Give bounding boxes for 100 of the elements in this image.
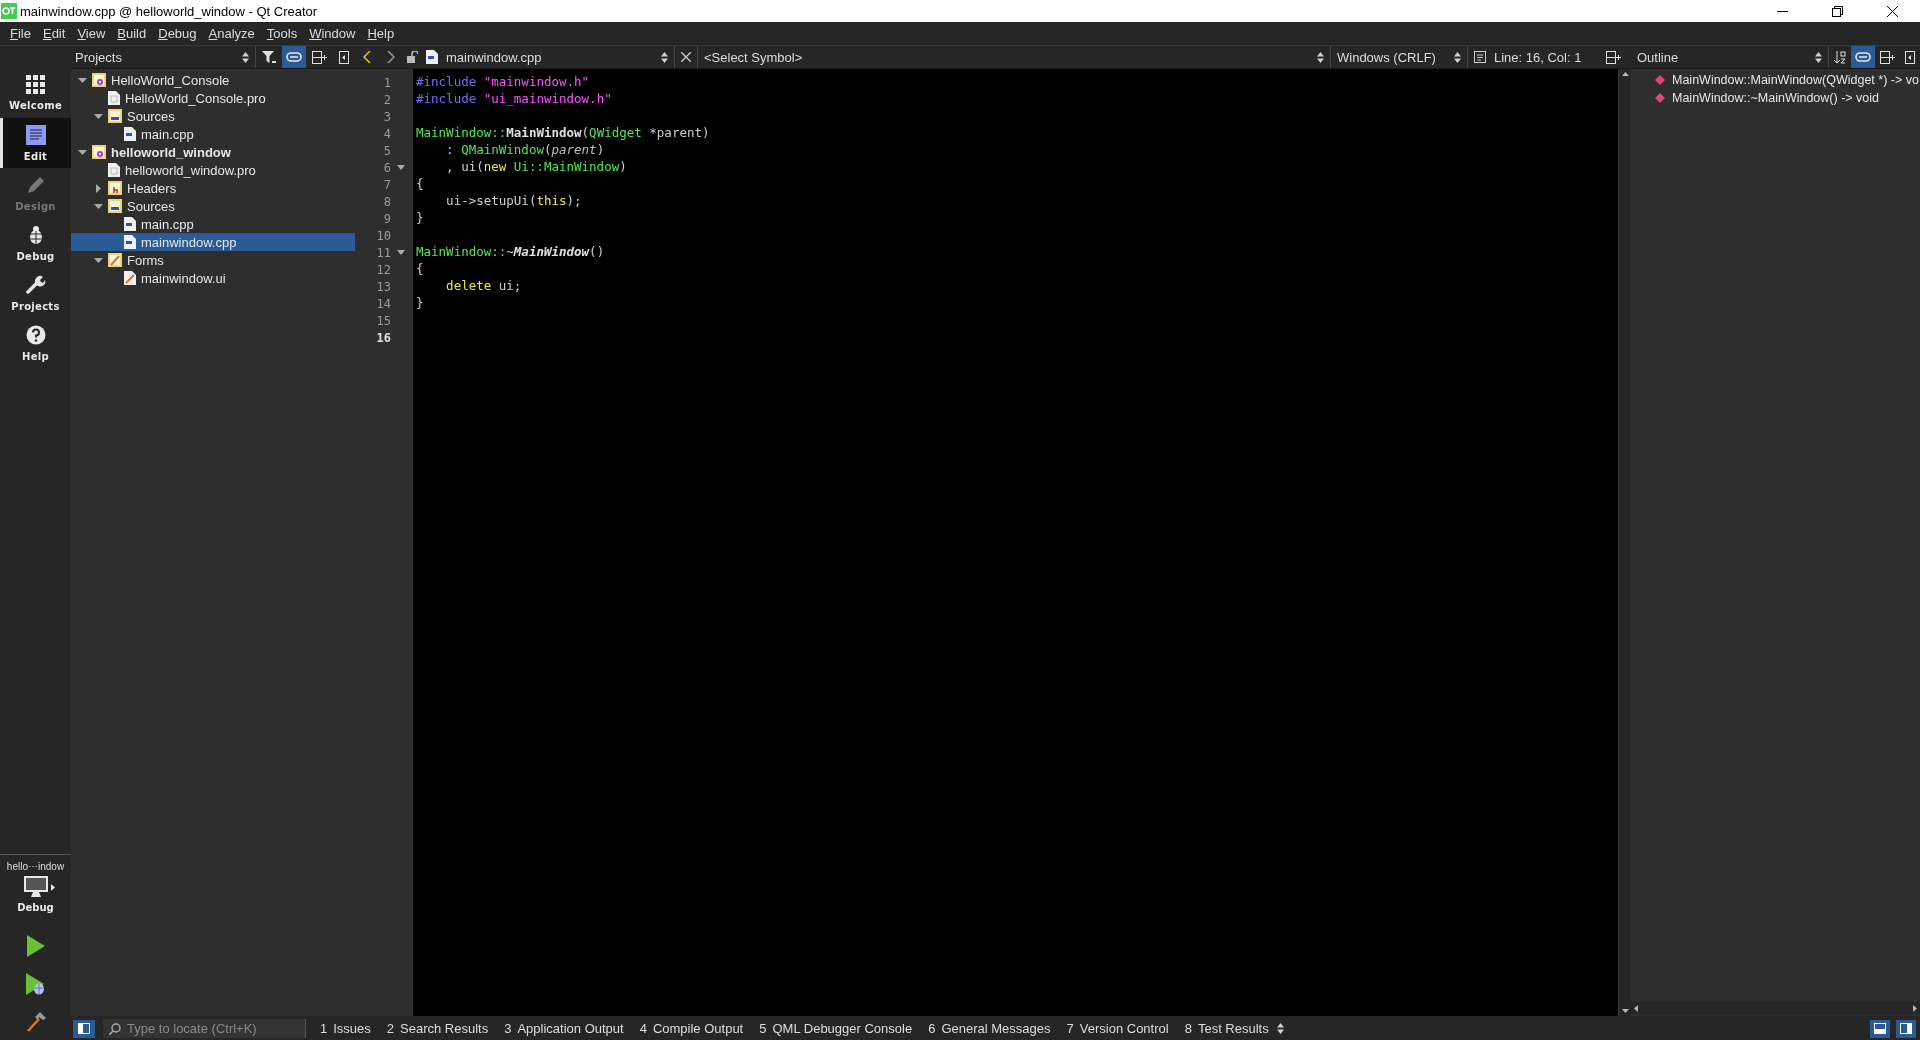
tree-item[interactable]: HelloWorld_Console [71, 71, 355, 89]
output-pane-button[interactable]: 8 Test Results [1176, 1021, 1277, 1036]
line-number: 12 [375, 262, 391, 277]
tree-item[interactable]: HelloWorld_Console.pro [71, 89, 355, 107]
menu-item[interactable]: Edit [36, 24, 72, 43]
filter-icon[interactable] [262, 50, 276, 64]
scroll-left-icon[interactable] [1634, 1004, 1638, 1012]
collapse-arrow-icon[interactable] [93, 255, 103, 265]
line-number: 4 [382, 126, 391, 141]
restore-icon[interactable] [1832, 5, 1843, 17]
outline-item[interactable]: MainWindow::~MainWindow() -> void [1631, 89, 1920, 107]
scroll-right-icon[interactable] [1913, 1004, 1917, 1012]
menu-item[interactable]: Tools [260, 24, 304, 43]
monitor-icon[interactable] [24, 876, 48, 898]
sync-toggle[interactable] [1851, 46, 1875, 68]
collapse-arrow-icon[interactable] [77, 75, 87, 85]
close-icon[interactable] [1887, 5, 1898, 17]
line-ending-selector[interactable]: Windows (CRLF) [1331, 46, 1468, 68]
sync-toggle[interactable] [282, 46, 306, 68]
menu-item[interactable]: File [4, 24, 37, 43]
output-pane-button[interactable]: 3 Application Output [496, 1021, 632, 1036]
menu-item[interactable]: Help [361, 24, 401, 43]
menu-item[interactable]: Window [303, 24, 362, 43]
collapse-arrow-icon[interactable] [93, 111, 103, 121]
output-pane-button[interactable]: 7 Version Control [1058, 1021, 1177, 1036]
mode-tab[interactable]: Projects [0, 268, 71, 318]
symbol-selector[interactable]: <Select Symbol> [697, 46, 1331, 68]
updown-arrows-icon [661, 51, 668, 63]
headers-folder-icon [108, 181, 122, 195]
tree-item[interactable]: Sources [71, 107, 355, 125]
split-icon[interactable] [1606, 50, 1621, 64]
code-line: #include "mainwindow.h" [416, 74, 590, 91]
code-line: ui->setupUi(this); [445, 193, 582, 210]
collapse-arrow-icon[interactable] [77, 147, 87, 157]
fold-arrow-icon[interactable] [397, 165, 405, 170]
tree-item[interactable]: mainwindow.ui [71, 269, 355, 287]
kit-project-label: hello⋯indow [6, 861, 65, 872]
sort-icon[interactable] [1834, 50, 1846, 64]
output-toggle-button[interactable] [1870, 1019, 1890, 1038]
line-number: 14 [375, 296, 391, 311]
close-pane-icon[interactable] [339, 50, 349, 64]
collapse-arrow-icon[interactable] [93, 201, 103, 211]
line-number: 7 [382, 177, 391, 192]
line-number: 1 [382, 75, 391, 90]
updown-arrows-icon [1454, 51, 1461, 63]
scroll-down-icon[interactable] [1621, 1009, 1629, 1013]
document-icon[interactable] [1474, 51, 1486, 63]
line-number: 6 [382, 160, 391, 175]
output-pane-button[interactable]: 5 QML Debugger Console [751, 1021, 921, 1036]
pencil-icon [25, 174, 46, 195]
close-pane-icon[interactable] [1905, 50, 1915, 64]
sidebar-toggle-button[interactable] [73, 1019, 95, 1038]
tree-item[interactable]: Headers [71, 179, 355, 197]
tree-item[interactable]: mainwindow.cpp [71, 233, 355, 251]
line-number: 16 [375, 330, 391, 345]
right-sidebar-toggle-button[interactable] [1896, 1019, 1916, 1038]
outline-item[interactable]: MainWindow::MainWindow(QWidget *) -> vo [1631, 71, 1920, 89]
tree-item[interactable]: Sources [71, 197, 355, 215]
scroll-up-icon[interactable] [1621, 72, 1629, 76]
tree-item[interactable]: helloworld_window.pro [71, 161, 355, 179]
mode-tab[interactable]: Debug [0, 218, 71, 268]
project-file-icon [108, 163, 120, 177]
output-pane-button[interactable]: 4 Compile Output [631, 1021, 752, 1036]
cursor-position[interactable]: Line: 16, Col: 1 [1494, 49, 1606, 65]
mode-tab[interactable]: Help [0, 318, 71, 368]
split-icon[interactable] [1880, 50, 1895, 64]
updown-arrows-icon [1317, 51, 1324, 63]
forms-folder-icon [108, 253, 122, 267]
output-pane-button[interactable]: 2 Search Results [378, 1021, 497, 1036]
output-pane-button[interactable]: 1 Issues [312, 1021, 379, 1036]
mode-tab[interactable]: Welcome [0, 68, 71, 118]
code-line: , ui(new Ui::MainWindow) [445, 159, 627, 176]
split-icon[interactable] [312, 50, 327, 64]
line-number: 5 [382, 143, 391, 158]
grid-icon [26, 75, 45, 94]
output-pane-button[interactable]: 6 General Messages [920, 1021, 1059, 1036]
debug-run-icon[interactable] [25, 973, 46, 995]
tree-item[interactable]: main.cpp [71, 125, 355, 143]
tree-item[interactable]: Forms [71, 251, 355, 269]
mode-tab[interactable]: Edit [0, 118, 71, 168]
tree-item[interactable]: helloworld_window [71, 143, 355, 161]
sidebar-icon [78, 1023, 90, 1034]
menu-item[interactable]: Build [111, 24, 153, 43]
line-number: 13 [375, 279, 391, 294]
more-panes-icon [1276, 1023, 1284, 1034]
expand-arrow-icon[interactable] [93, 183, 103, 193]
menu-item[interactable]: View [71, 24, 112, 43]
document-icon [25, 124, 46, 145]
line-number: 8 [382, 194, 391, 209]
tree-item[interactable]: main.cpp [71, 215, 355, 233]
menu-item[interactable]: Debug [152, 24, 203, 43]
fold-arrow-icon[interactable] [397, 250, 405, 255]
line-number: 9 [382, 211, 391, 226]
lock-icon[interactable] [407, 51, 418, 63]
menu-item[interactable]: Analyze [202, 24, 261, 43]
run-icon[interactable] [26, 935, 45, 957]
file-selector[interactable]: mainwindow.cpp [440, 46, 675, 68]
locator-field[interactable]: Type to locate (Ctrl+K) [103, 1019, 306, 1038]
code-line: { [416, 261, 424, 278]
hammer-icon[interactable] [24, 1011, 47, 1033]
